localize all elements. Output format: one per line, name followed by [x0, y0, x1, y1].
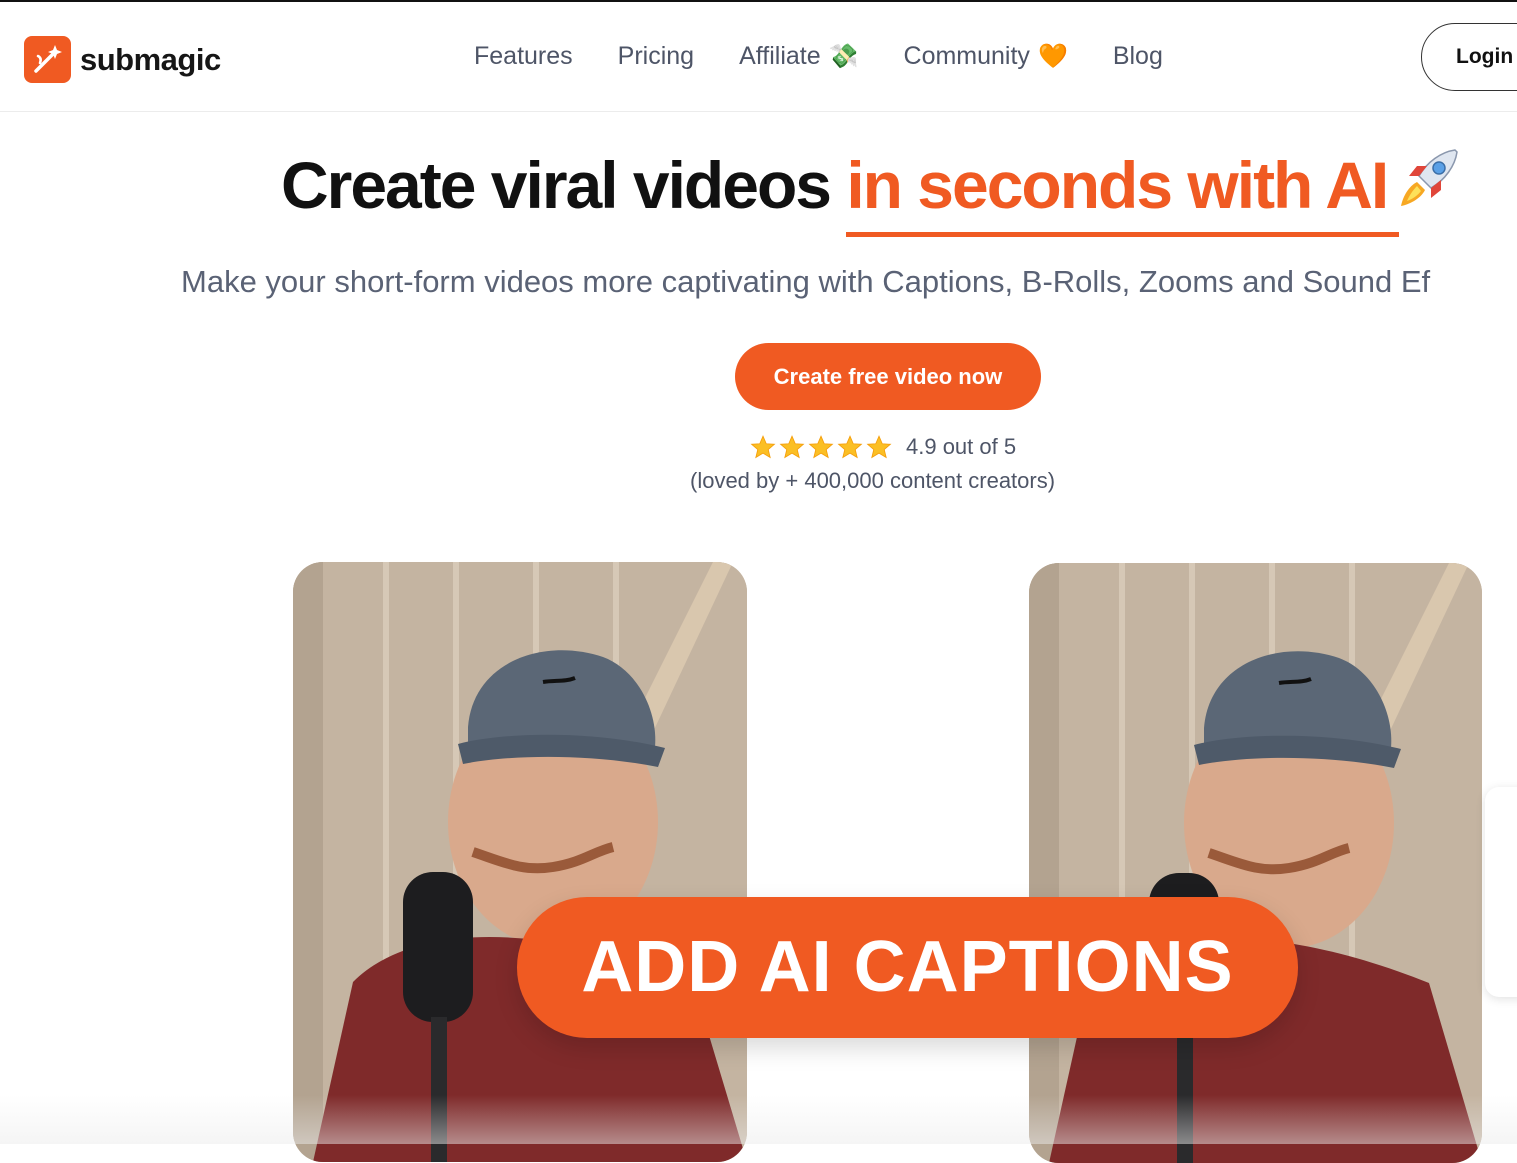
nav-features-label: Features	[474, 42, 573, 70]
hero-title-plain: Create viral videos	[281, 148, 847, 222]
ai-captions-badge: ADD AI CAPTIONS	[517, 897, 1298, 1038]
video-frame-illustration	[293, 562, 747, 1162]
side-panel-tab[interactable]	[1485, 787, 1517, 997]
nav-pricing-label: Pricing	[617, 42, 695, 70]
video-frame-illustration	[1029, 563, 1482, 1163]
hero-subtitle: Make your short-form videos more captiva…	[181, 264, 1431, 299]
navbar: submagic Features Pricing Affiliate 💸 Co…	[0, 2, 1517, 112]
create-free-video-button[interactable]: Create free video now	[735, 343, 1041, 410]
orange-heart-icon: 🧡	[1037, 43, 1068, 70]
magic-wand-icon	[24, 36, 71, 83]
star-rating	[750, 434, 895, 460]
hero-title-accent-text: in seconds with AI	[846, 148, 1389, 222]
nav-community[interactable]: Community 🧡	[904, 42, 1068, 71]
login-button[interactable]: Login	[1421, 23, 1517, 91]
nav-affiliate[interactable]: Affiliate 💸	[739, 42, 858, 71]
loved-by-text: (loved by + 400,000 content creators)	[690, 468, 1056, 493]
rating-text: 4.9 out of 5	[906, 434, 1017, 459]
rocket-icon	[1393, 146, 1463, 227]
star-icon	[779, 435, 805, 459]
video-preview-original[interactable]	[293, 562, 747, 1162]
nav-blog-label: Blog	[1112, 42, 1163, 70]
star-icon	[866, 435, 892, 459]
nav-links: Features Pricing Affiliate 💸 Community 🧡…	[474, 42, 1208, 71]
star-icon	[750, 435, 776, 459]
video-preview-captioned[interactable]	[1029, 563, 1482, 1163]
hero-title: Create viral videos in seconds with AI	[281, 146, 1463, 237]
logo-text: submagic	[80, 41, 221, 77]
nav-features[interactable]: Features	[474, 42, 573, 71]
money-with-wings-icon: 💸	[828, 43, 859, 70]
hero-title-accent: in seconds with AI	[846, 147, 1400, 237]
star-icon	[837, 435, 863, 459]
nav-blog[interactable]: Blog	[1113, 42, 1163, 71]
nav-community-label: Community	[903, 42, 1030, 70]
nav-affiliate-label: Affiliate	[739, 42, 821, 70]
accent-underline	[846, 232, 1400, 237]
logo[interactable]: submagic	[24, 36, 221, 83]
rating: 4.9 out of 5	[750, 434, 1016, 460]
nav-pricing[interactable]: Pricing	[618, 42, 694, 71]
star-icon	[808, 435, 834, 459]
